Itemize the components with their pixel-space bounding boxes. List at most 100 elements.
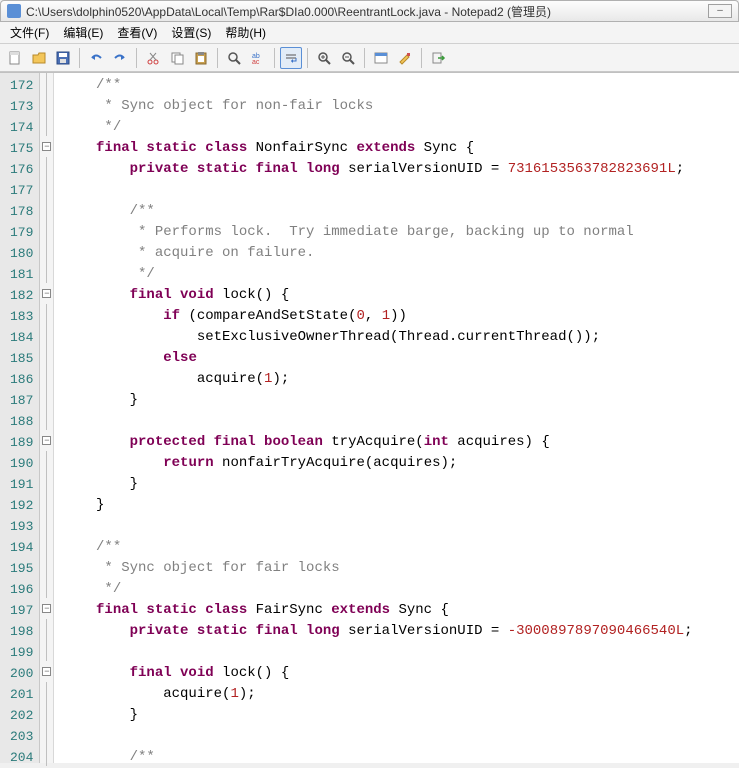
fold-guide: [40, 556, 53, 577]
line-number: 172: [10, 75, 33, 96]
code-line[interactable]: final static class NonfairSync extends S…: [62, 138, 739, 159]
new-file-button[interactable]: [4, 47, 26, 69]
fold-guide: [40, 472, 53, 493]
code-line[interactable]: [62, 726, 739, 747]
fold-toggle[interactable]: −: [40, 283, 53, 304]
zoom-in-button[interactable]: [313, 47, 335, 69]
line-number: 200: [10, 663, 33, 684]
code-line[interactable]: }: [62, 705, 739, 726]
code-line[interactable]: final void lock() {: [62, 663, 739, 684]
code-line[interactable]: }: [62, 390, 739, 411]
code-line[interactable]: /**: [62, 201, 739, 222]
line-number: 174: [10, 117, 33, 138]
fold-guide: [40, 682, 53, 703]
menu-view[interactable]: 查看(V): [111, 22, 163, 43]
code-line[interactable]: * acquire on failure.: [62, 243, 739, 264]
code-line[interactable]: [62, 180, 739, 201]
fold-guide: [40, 493, 53, 514]
line-number: 177: [10, 180, 33, 201]
undo-button[interactable]: [85, 47, 107, 69]
fold-guide: [40, 409, 53, 430]
paste-button[interactable]: [190, 47, 212, 69]
code-line[interactable]: protected final boolean tryAcquire(int a…: [62, 432, 739, 453]
word-wrap-button[interactable]: [280, 47, 302, 69]
code-line[interactable]: [62, 411, 739, 432]
replace-button[interactable]: abac: [247, 47, 269, 69]
fold-toggle[interactable]: −: [40, 661, 53, 682]
save-button[interactable]: [52, 47, 74, 69]
fold-guide: [40, 157, 53, 178]
minimize-button[interactable]: –: [708, 4, 732, 18]
code-line[interactable]: * Performs lock. Try immediate barge, ba…: [62, 222, 739, 243]
fold-toggle[interactable]: −: [40, 598, 53, 619]
line-number: 193: [10, 516, 33, 537]
line-number: 184: [10, 327, 33, 348]
code-line[interactable]: private static final long serialVersionU…: [62, 621, 739, 642]
line-number: 183: [10, 306, 33, 327]
redo-button[interactable]: [109, 47, 131, 69]
menu-file[interactable]: 文件(F): [4, 22, 55, 43]
open-file-button[interactable]: [28, 47, 50, 69]
line-number: 197: [10, 600, 33, 621]
line-number: 191: [10, 474, 33, 495]
code-line[interactable]: final void lock() {: [62, 285, 739, 306]
menu-help[interactable]: 帮助(H): [219, 22, 272, 43]
title-bar: C:\Users\dolphin0520\AppData\Local\Temp\…: [0, 0, 739, 22]
code-line[interactable]: [62, 516, 739, 537]
fold-guide: [40, 262, 53, 283]
line-number-gutter: 1721731741751761771781791801811821831841…: [0, 73, 40, 763]
menu-settings[interactable]: 设置(S): [165, 22, 217, 43]
fold-guide: [40, 388, 53, 409]
find-button[interactable]: [223, 47, 245, 69]
line-number: 194: [10, 537, 33, 558]
customize-button[interactable]: [394, 47, 416, 69]
line-number: 204: [10, 747, 33, 768]
code-line[interactable]: }: [62, 495, 739, 516]
code-line[interactable]: */: [62, 579, 739, 600]
fold-toggle[interactable]: −: [40, 430, 53, 451]
code-line[interactable]: */: [62, 117, 739, 138]
code-line[interactable]: acquire(1);: [62, 684, 739, 705]
exit-button[interactable]: [427, 47, 449, 69]
editor-area: 1721731741751761771781791801811821831841…: [0, 72, 739, 763]
code-line[interactable]: private static final long serialVersionU…: [62, 159, 739, 180]
fold-guide: [40, 73, 53, 94]
fold-guide: [40, 577, 53, 598]
line-number: 181: [10, 264, 33, 285]
code-line[interactable]: */: [62, 264, 739, 285]
code-line[interactable]: }: [62, 474, 739, 495]
menu-edit[interactable]: 编辑(E): [57, 22, 109, 43]
line-number: 201: [10, 684, 33, 705]
code-line[interactable]: if (compareAndSetState(0, 1)): [62, 306, 739, 327]
code-line[interactable]: setExclusiveOwnerThread(Thread.currentTh…: [62, 327, 739, 348]
fold-guide: [40, 367, 53, 388]
fold-guide: [40, 451, 53, 472]
code-area[interactable]: /** * Sync object for non-fair locks */ …: [54, 73, 739, 763]
code-line[interactable]: acquire(1);: [62, 369, 739, 390]
fold-gutter[interactable]: − − − − −: [40, 73, 54, 763]
code-line[interactable]: /**: [62, 747, 739, 763]
line-number: 185: [10, 348, 33, 369]
scheme-button[interactable]: [370, 47, 392, 69]
code-line[interactable]: * Sync object for non-fair locks: [62, 96, 739, 117]
fold-guide: [40, 535, 53, 556]
line-number: 173: [10, 96, 33, 117]
line-number: 187: [10, 390, 33, 411]
code-line[interactable]: else: [62, 348, 739, 369]
fold-toggle[interactable]: −: [40, 136, 53, 157]
code-line[interactable]: [62, 642, 739, 663]
cut-button[interactable]: [142, 47, 164, 69]
code-line[interactable]: return nonfairTryAcquire(acquires);: [62, 453, 739, 474]
code-line[interactable]: final static class FairSync extends Sync…: [62, 600, 739, 621]
line-number: 189: [10, 432, 33, 453]
line-number: 182: [10, 285, 33, 306]
line-number: 198: [10, 621, 33, 642]
copy-button[interactable]: [166, 47, 188, 69]
zoom-out-button[interactable]: [337, 47, 359, 69]
code-line[interactable]: * Sync object for fair locks: [62, 558, 739, 579]
code-line[interactable]: /**: [62, 537, 739, 558]
line-number: 195: [10, 558, 33, 579]
code-line[interactable]: /**: [62, 75, 739, 96]
line-number: 190: [10, 453, 33, 474]
line-number: 186: [10, 369, 33, 390]
